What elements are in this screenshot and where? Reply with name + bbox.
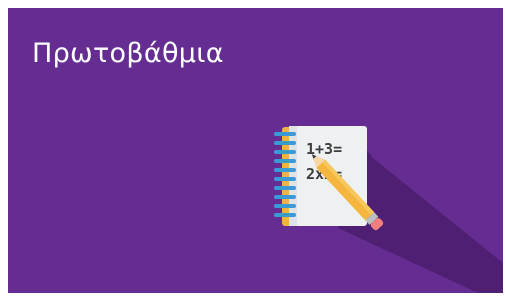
primary-education-tile[interactable]: Πρωτοβάθμια 1+3= 2x2= (8, 8, 503, 293)
math-notebook-pencil-icon: 1+3= 2x2= (274, 126, 503, 293)
notebook-line-1: 1+3= (306, 140, 342, 158)
